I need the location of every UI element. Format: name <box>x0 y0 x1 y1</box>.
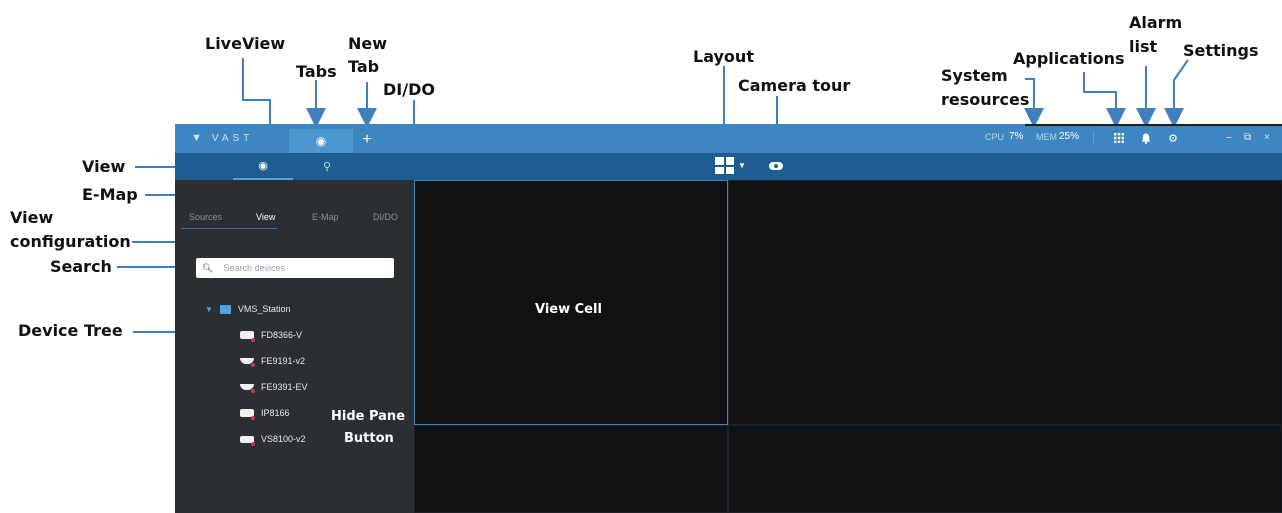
tab-sources[interactable]: Sources <box>189 212 222 222</box>
device-item[interactable]: FD8366-V <box>240 330 303 342</box>
topbar-divider <box>1093 131 1094 145</box>
annotation-hide-pane-line2: Button <box>344 431 394 446</box>
topbar-edge <box>1025 124 1282 126</box>
folder-icon <box>219 304 231 314</box>
cpu-value: 7% <box>1009 131 1024 142</box>
annotation-system-resources-line1: System <box>941 66 1008 85</box>
device-label: FE9191-v2 <box>261 356 306 366</box>
eye-icon: ◉ <box>315 134 327 148</box>
view-cell[interactable] <box>728 425 1282 513</box>
annotation-alarm-list-line2: list <box>1129 37 1158 56</box>
applications-grid-icon[interactable] <box>1112 131 1126 145</box>
annotation-system-resources-line2: resources <box>941 90 1030 109</box>
active-tab-underline <box>181 228 277 229</box>
vast-app-window: ▼ VAST ◉ + CPU 7% MEM 25% ⚙ – ⧉ × ◉ ⚲ ▼ … <box>175 124 1282 513</box>
annotation-hide-pane-line1: Hide Pane <box>331 409 406 424</box>
eye-icon: ◉ <box>258 160 268 172</box>
chevron-down-icon: ▼ <box>738 161 746 170</box>
annotation-new-tab-line2: Tab <box>348 57 380 76</box>
search-icon: ⚲ <box>322 161 332 173</box>
view-area: View Cell <box>414 180 1282 513</box>
mem-label: MEM <box>1036 132 1057 142</box>
restore-button[interactable]: ⧉ <box>1244 132 1251 143</box>
annotation-new-tab-line1: New <box>348 34 388 53</box>
device-item[interactable]: IP8166 <box>240 408 290 420</box>
annotation-alarm-list-line1: Alarm <box>1129 13 1183 32</box>
tab-emap[interactable]: E-Map <box>312 212 339 222</box>
dome-camera-icon <box>240 384 255 393</box>
annotation-tabs: Tabs <box>296 62 337 81</box>
vast-logo: ▼ VAST <box>191 132 253 144</box>
device-label: IP8166 <box>261 408 290 418</box>
minimize-button[interactable]: – <box>1226 132 1232 143</box>
annotation-emap: E-Map <box>82 185 138 204</box>
new-tab-button[interactable]: + <box>357 130 377 150</box>
annotation-search: Search <box>50 257 112 276</box>
tree-root-label: VMS_Station <box>237 304 291 314</box>
logo-text: VAST <box>211 132 254 144</box>
view-cell[interactable] <box>414 425 728 513</box>
search-devices-input[interactable] <box>223 263 384 273</box>
annotation-device-tree: Device Tree <box>18 321 123 340</box>
layout-grid-icon <box>715 157 734 174</box>
view-cell-selected[interactable]: View Cell <box>414 180 728 425</box>
device-item[interactable]: FE9191-v2 <box>240 356 306 367</box>
layout-selector[interactable]: ▼ <box>715 157 746 174</box>
annotation-view-configuration-line2: configuration <box>10 232 131 251</box>
annotation-camera-tour: Camera tour <box>738 76 851 95</box>
annotation-dido: DI/DO <box>383 80 435 99</box>
logo-triangle-icon: ▼ <box>191 132 206 144</box>
annotation-applications: Applications <box>1013 49 1125 68</box>
tree-root-station[interactable]: ▼ VMS_Station <box>205 304 290 314</box>
annotation-view-configuration-line1: View <box>10 208 54 227</box>
fisheye-camera-icon <box>240 331 255 342</box>
settings-gear-icon[interactable]: ⚙ <box>1166 131 1180 145</box>
search-icon: 🔍︎ <box>202 262 214 273</box>
view-cell[interactable] <box>728 180 1282 425</box>
annotation-view: View <box>82 157 126 176</box>
subtab-view[interactable]: ◉ <box>233 153 293 180</box>
subtab-search[interactable]: ⚲ <box>297 153 357 180</box>
annotation-liveview: LiveView <box>205 34 286 53</box>
expand-caret-icon[interactable]: ▼ <box>205 305 213 314</box>
video-server-icon <box>240 435 255 446</box>
top-bar: ▼ VAST ◉ + CPU 7% MEM 25% ⚙ – ⧉ × <box>175 124 1282 153</box>
camera-tour-icon[interactable] <box>767 159 785 173</box>
device-item[interactable]: FE9391-EV <box>240 382 308 393</box>
dome-camera-icon <box>240 358 255 367</box>
annotation-settings: Settings <box>1183 41 1259 60</box>
tab-liveview[interactable]: ◉ <box>289 129 353 153</box>
mem-value: 25% <box>1059 131 1080 142</box>
device-label: VS8100-v2 <box>261 434 306 444</box>
tab-view[interactable]: View <box>256 212 275 222</box>
sub-toolbar: ◉ ⚲ ▼ <box>175 153 1282 180</box>
annotation-layout: Layout <box>693 47 754 66</box>
device-label: FE9391-EV <box>261 382 308 392</box>
search-box[interactable]: 🔍︎ <box>196 258 394 278</box>
alarm-bell-icon[interactable] <box>1139 131 1153 145</box>
close-button[interactable]: × <box>1264 132 1270 143</box>
device-label: FD8366-V <box>261 330 303 340</box>
bullet-camera-icon <box>240 409 255 420</box>
cpu-label: CPU <box>985 132 1005 142</box>
left-pane: Sources View E-Map DI/DO 🔍︎ ▼ VMS_Statio… <box>175 180 414 513</box>
tab-dido[interactable]: DI/DO <box>373 212 398 222</box>
annotation-view-cell: View Cell <box>535 302 602 317</box>
device-item[interactable]: VS8100-v2 <box>240 434 306 446</box>
